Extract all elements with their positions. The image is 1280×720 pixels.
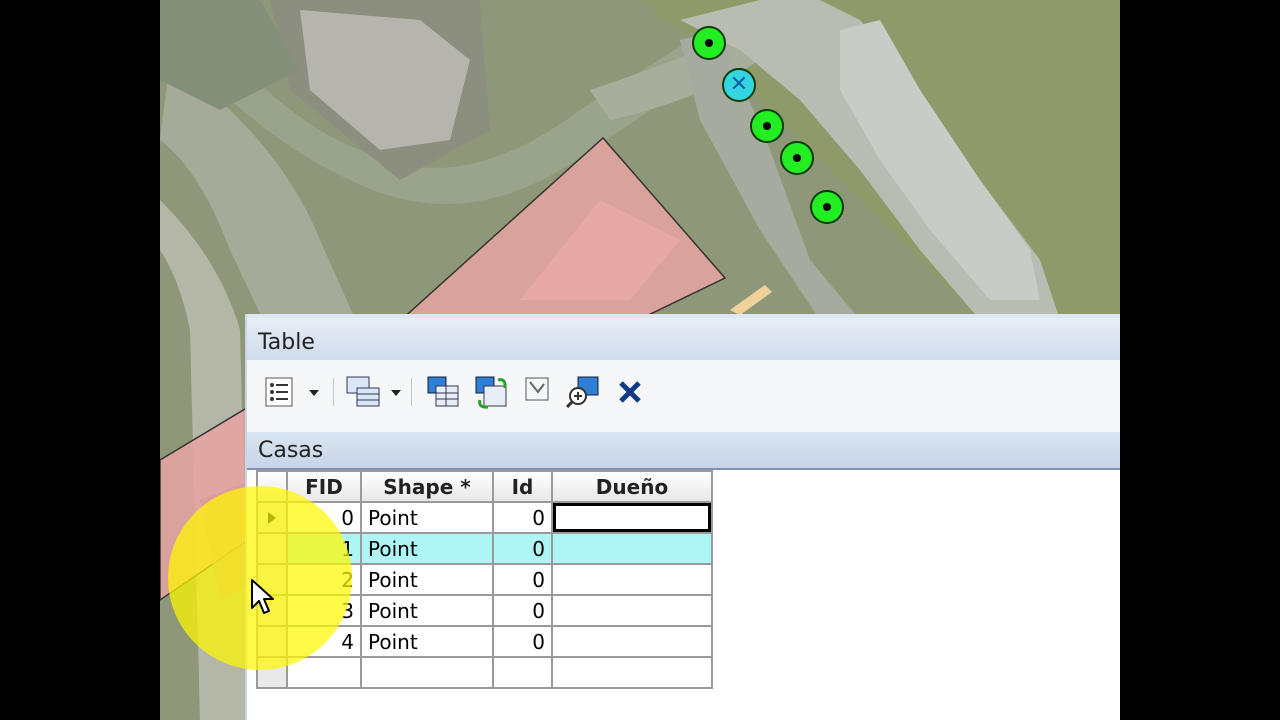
cell-fid[interactable]: 3 [286,594,362,627]
table-row-selected[interactable]: 1 Point 0 [256,532,713,565]
cell-shape-empty[interactable] [360,656,494,689]
table-options-button[interactable] [263,374,323,410]
related-tables-button[interactable] [343,374,405,410]
attribute-grid[interactable]: FID Shape * Id Dueño 0 Point 0 1 Point 0… [247,470,1120,720]
cell-fid[interactable]: 0 [286,501,362,534]
layer-tab-label: Casas [258,438,324,463]
map-point-selected[interactable]: ✕ [722,68,756,102]
clear-selection-icon [525,377,549,401]
table-new-row[interactable] [256,656,713,689]
column-header-owner[interactable]: Dueño [551,470,713,503]
cell-owner-empty[interactable] [551,656,713,689]
toolbar-separator [333,378,334,406]
zoom-to-selected-icon [565,376,599,409]
switch-selection-button[interactable] [471,374,511,410]
table-options-icon [265,377,319,407]
table-window[interactable]: Table Casas FID Shape * Id Dueño 0 Point… [245,314,1120,720]
row-selector[interactable] [256,656,288,689]
cell-fid-empty[interactable] [286,656,362,689]
table-header-row: FID Shape * Id Dueño [256,470,713,503]
cell-id[interactable]: 0 [492,625,553,658]
column-header-shape[interactable]: Shape * [360,470,494,503]
cell-fid[interactable]: 4 [286,625,362,658]
clear-selection-button[interactable] [519,374,559,410]
attribute-table: FID Shape * Id Dueño 0 Point 0 1 Point 0… [256,470,713,689]
selected-marker-icon: ✕ [729,72,749,97]
table-row[interactable]: 3 Point 0 [256,594,713,627]
cell-owner[interactable] [551,625,713,658]
table-row[interactable]: 0 Point 0 [256,501,713,534]
column-header-fid[interactable]: FID [286,470,362,503]
table-title-bar[interactable]: Table [247,314,1120,364]
table-toolbar [247,360,1120,433]
cell-owner[interactable] [551,594,713,627]
cell-fid[interactable]: 2 [286,563,362,596]
window-title: Table [258,330,315,355]
cell-shape[interactable]: Point [360,501,494,534]
map-point[interactable] [692,26,726,60]
cell-id[interactable]: 0 [492,532,553,565]
select-by-attributes-button[interactable] [423,374,463,410]
column-header-id[interactable]: Id [492,470,553,503]
cell-shape[interactable]: Point [360,532,494,565]
layer-tab-casas[interactable]: Casas [247,432,1120,470]
row-selector[interactable] [256,532,288,565]
cell-id-empty[interactable] [492,656,553,689]
current-row-arrow-icon [268,511,276,524]
related-tables-icon [346,376,401,407]
zoom-to-selected-button[interactable] [563,374,603,410]
delete-selected-icon [619,381,641,403]
toolbar-separator [411,378,412,406]
switch-selection-icon [475,376,507,409]
cell-fid[interactable]: 1 [286,532,362,565]
table-row[interactable]: 2 Point 0 [256,563,713,596]
cell-id[interactable]: 0 [492,501,553,534]
delete-selected-button[interactable] [611,374,651,410]
select-all-header[interactable] [256,470,288,503]
cell-owner[interactable] [551,532,713,565]
cell-id[interactable]: 0 [492,563,553,596]
cell-owner[interactable] [551,563,713,596]
map-point[interactable] [750,109,784,143]
cell-owner-editing[interactable] [551,501,713,534]
row-selector[interactable] [256,625,288,658]
map-point[interactable] [780,141,814,175]
select-by-attributes-icon [427,376,459,407]
table-row[interactable]: 4 Point 0 [256,625,713,658]
cell-id[interactable]: 0 [492,594,553,627]
cell-shape[interactable]: Point [360,625,494,658]
cell-shape[interactable]: Point [360,563,494,596]
mouse-cursor-icon [251,579,274,614]
row-selector[interactable] [256,501,288,534]
map-point[interactable] [810,190,844,224]
cell-shape[interactable]: Point [360,594,494,627]
